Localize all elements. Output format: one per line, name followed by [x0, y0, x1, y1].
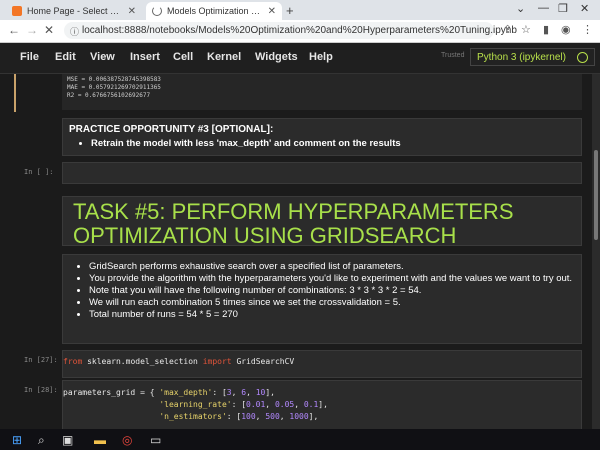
menu-widgets[interactable]: Widgets — [255, 51, 298, 63]
code-key: 'learning_rate' — [159, 400, 232, 409]
practice-title: PRACTICE OPPORTUNITY #3 [OPTIONAL]: — [69, 124, 274, 135]
module-name: sklearn.model_selection — [87, 357, 198, 366]
markdown-cell-practice[interactable]: PRACTICE OPPORTUNITY #3 [OPTIONAL]: Retr… — [62, 118, 582, 156]
task-heading-line-2: OPTIMIZATION USING GRIDSEARCH — [73, 223, 457, 248]
back-icon[interactable]: ← — [8, 23, 20, 37]
code-number: 3 — [226, 388, 232, 397]
list-item: Total number of runs = 54 * 5 = 270 — [89, 309, 575, 321]
kernel-name: Python 3 (ipykernel) — [477, 51, 566, 63]
site-info-icon[interactable]: ⓘ — [70, 25, 79, 38]
notebook-container: MSE = 0.006387528745398583 MAE = 0.05792… — [0, 74, 592, 429]
output-area: MSE = 0.006387528745398583 MAE = 0.05792… — [62, 74, 582, 110]
close-window-icon[interactable]: ✕ — [580, 2, 589, 15]
code-variable: parameters_grid = { — [63, 388, 160, 397]
stop-loading-icon[interactable]: ✕ — [44, 23, 54, 37]
code-cell-empty[interactable] — [62, 162, 582, 184]
code-number: 0.05 — [274, 400, 295, 409]
more-menu-icon[interactable]: ⋮ — [582, 23, 593, 36]
close-tab-icon[interactable]: ✕ — [128, 6, 136, 17]
gridsearch-notes-list: GridSearch performs exhaustive search ov… — [67, 261, 575, 321]
close-tab-icon[interactable]: ✕ — [268, 6, 276, 17]
input-prompt: In [27]: — [24, 356, 58, 364]
loading-favicon-icon — [152, 6, 162, 16]
list-item: We will run each combination 5 times sin… — [89, 297, 575, 309]
scrollbar-thumb[interactable] — [594, 150, 598, 240]
input-prompt: In [ ]: — [24, 168, 54, 176]
minimize-icon[interactable]: — — [538, 2, 549, 14]
tab-title: Models Optimization and Hyperp — [167, 6, 264, 16]
markdown-cell-gridsearch-notes[interactable]: GridSearch performs exhaustive search ov… — [62, 254, 582, 344]
url-text: localhost:8888/notebooks/Models%20Optimi… — [82, 25, 517, 36]
practice-bullet: Retrain the model with less 'max_depth' … — [91, 138, 581, 150]
tab-home-page[interactable]: Home Page - Select or create a n ✕ — [6, 2, 142, 20]
menu-cell[interactable]: Cell — [173, 51, 193, 63]
kernel-idle-icon — [577, 52, 588, 63]
search-icon[interactable]: ⌕ — [38, 433, 45, 448]
side-panel-icon[interactable]: ▮ — [543, 23, 549, 36]
task-view-icon[interactable]: ▣ — [62, 433, 73, 447]
file-explorer-icon[interactable]: ▬ — [94, 433, 106, 447]
mse-output: MSE = 0.006387528745398583 — [67, 76, 161, 83]
code-cell-import[interactable]: from sklearn.model_selection import Grid… — [62, 350, 582, 378]
notebook-scrollbar[interactable] — [592, 74, 600, 429]
restore-icon[interactable]: ❐ — [558, 2, 568, 15]
markdown-cell-task-heading[interactable]: TASK #5: PERFORM HYPERPARAMETERS OPTIMIZ… — [62, 196, 582, 248]
imported-name: GridSearchCV — [236, 357, 295, 366]
url-input[interactable]: ⓘ localhost:8888/notebooks/Models%20Opti… — [64, 22, 517, 39]
windows-start-icon[interactable]: ⊞ — [12, 433, 22, 447]
tab-models-optimization[interactable]: Models Optimization and Hyperp ✕ — [146, 2, 282, 20]
menu-edit[interactable]: Edit — [55, 51, 76, 63]
practice-list: Retrain the model with less 'max_depth' … — [69, 138, 581, 150]
code-cell-parameters-grid[interactable]: parameters_grid = { 'max_depth': [3, 6, … — [62, 380, 582, 429]
share-icon[interactable]: ⇪ — [503, 23, 512, 36]
menu-kernel[interactable]: Kernel — [207, 51, 241, 63]
kernel-indicator[interactable]: Python 3 (ipykernel) — [470, 48, 595, 66]
forward-icon[interactable]: → — [26, 23, 38, 37]
keyword-from: from — [63, 357, 83, 366]
browser-tab-strip: Home Page - Select or create a n ✕ Model… — [0, 0, 600, 20]
profile-icon[interactable]: ◉ — [561, 23, 571, 36]
tab-title: Home Page - Select or create a n — [27, 6, 124, 16]
menu-file[interactable]: File — [20, 51, 39, 63]
menu-help[interactable]: Help — [309, 51, 333, 63]
code-key: 'n_estimators' — [159, 412, 227, 421]
menu-view[interactable]: View — [90, 51, 115, 63]
code-number: 500 — [265, 412, 280, 421]
code-number: 10 — [255, 388, 266, 397]
jupyter-menubar: File Edit View Insert Cell Kernel Widget… — [0, 43, 600, 74]
code-number: 100 — [241, 412, 256, 421]
list-item: Note that you will have the following nu… — [89, 285, 575, 297]
chrome-icon[interactable]: ◎ — [122, 433, 132, 447]
list-item: GridSearch performs exhaustive search ov… — [89, 261, 575, 273]
code-number: 1000 — [289, 412, 309, 421]
trusted-indicator[interactable]: Trusted — [441, 52, 464, 59]
jupyter-favicon-icon — [12, 6, 22, 16]
menu-insert[interactable]: Insert — [130, 51, 160, 63]
windows-taskbar: ⊞ ⌕ ▣ ▬ ◎ ▭ — [0, 429, 600, 450]
bookmark-star-icon[interactable]: ☆ — [521, 23, 531, 36]
address-toolbar: ← → ✕ ⓘ localhost:8888/notebooks/Models%… — [0, 20, 600, 43]
mae-output: MAE = 0.057921269702911365 — [67, 84, 161, 91]
r2-output: R2 = 0.6766756102692677 — [67, 92, 151, 99]
output-scroll-marker — [14, 74, 16, 112]
input-prompt: In [28]: — [24, 386, 58, 394]
task-heading-line-1: TASK #5: PERFORM HYPERPARAMETERS — [73, 199, 514, 224]
code-number: 6 — [241, 388, 247, 397]
keyword-import: import — [202, 357, 232, 366]
code-number: 0.1 — [303, 400, 319, 409]
code-number: 0.01 — [246, 400, 266, 409]
chevron-down-icon[interactable]: ⌄ — [516, 2, 525, 15]
terminal-icon[interactable]: ▭ — [150, 433, 161, 447]
list-item: You provide the algorithm with the hyper… — [89, 273, 575, 285]
new-tab-button[interactable]: + — [286, 3, 294, 18]
code-key: 'max_depth' — [159, 388, 213, 397]
